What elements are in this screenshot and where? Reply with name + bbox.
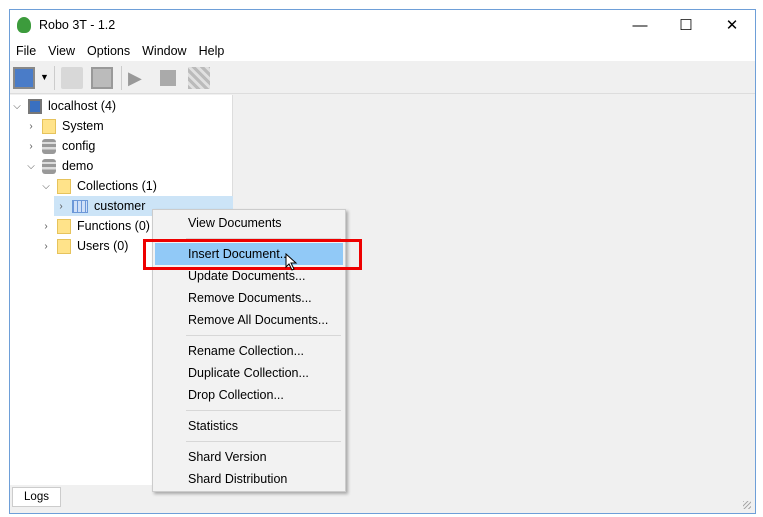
tree-node-collections[interactable]: ⌵ Collections (1) [39,176,157,196]
collection-icon [72,199,88,213]
database-icon [42,138,56,154]
folder-icon [42,118,56,134]
menu-item-view-documents[interactable]: View Documents [155,212,343,234]
connect-dropdown-icon[interactable]: ▼ [40,72,49,82]
database-icon [42,158,56,174]
menu-file[interactable]: File [10,44,42,58]
menu-help[interactable]: Help [193,44,231,58]
menu-options[interactable]: Options [81,44,136,58]
tree-node-users[interactable]: › Users (0) [39,236,128,256]
menu-item-drop-collection[interactable]: Drop Collection... [155,384,343,406]
menu-item-remove-documents[interactable]: Remove Documents... [155,287,343,309]
menu-view[interactable]: View [42,44,81,58]
tree-node-system[interactable]: › System [24,116,104,136]
menu-bar: File View Options Window Help [10,40,755,61]
folder-icon [57,218,71,234]
tab-logs[interactable]: Logs [12,487,61,507]
robo3t-logo-icon [17,17,31,33]
menu-item-remove-all-documents[interactable]: Remove All Documents... [155,309,343,331]
maximize-button[interactable]: ☐ [663,10,709,40]
resize-grip-icon[interactable] [743,501,751,509]
execute-icon[interactable]: ▶ [128,68,142,89]
title-bar: Robo 3T - 1.2 — ☐ ✕ [10,10,755,40]
toolbar: ▼ ▶ [10,62,755,94]
save-icon[interactable] [91,67,113,89]
window-title: Robo 3T - 1.2 [39,18,116,32]
menu-window[interactable]: Window [136,44,192,58]
menu-item-rename-collection[interactable]: Rename Collection... [155,340,343,362]
tree-node-demo[interactable]: ⌵ demo [24,156,93,176]
tree-node-functions[interactable]: › Functions (0) [39,216,150,236]
close-button[interactable]: ✕ [709,10,755,40]
tree-node-config[interactable]: › config [24,136,95,156]
mouse-cursor-icon [285,253,298,271]
annotation-highlight-box [143,239,362,270]
open-icon[interactable] [61,67,83,89]
tree-node-localhost[interactable]: ⌵ localhost (4) [10,96,116,116]
app-window: Robo 3T - 1.2 — ☐ ✕ File View Options Wi… [9,9,756,514]
folder-icon [57,238,71,254]
rotate-icon[interactable] [188,67,210,89]
server-icon [28,98,42,114]
connect-icon[interactable] [13,67,35,89]
folder-icon [57,178,71,194]
menu-item-statistics[interactable]: Statistics [155,415,343,437]
menu-item-shard-distribution[interactable]: Shard Distribution [155,468,343,490]
menu-item-duplicate-collection[interactable]: Duplicate Collection... [155,362,343,384]
menu-item-shard-version[interactable]: Shard Version [155,446,343,468]
minimize-button[interactable]: — [617,10,663,40]
stop-icon[interactable] [160,70,176,86]
